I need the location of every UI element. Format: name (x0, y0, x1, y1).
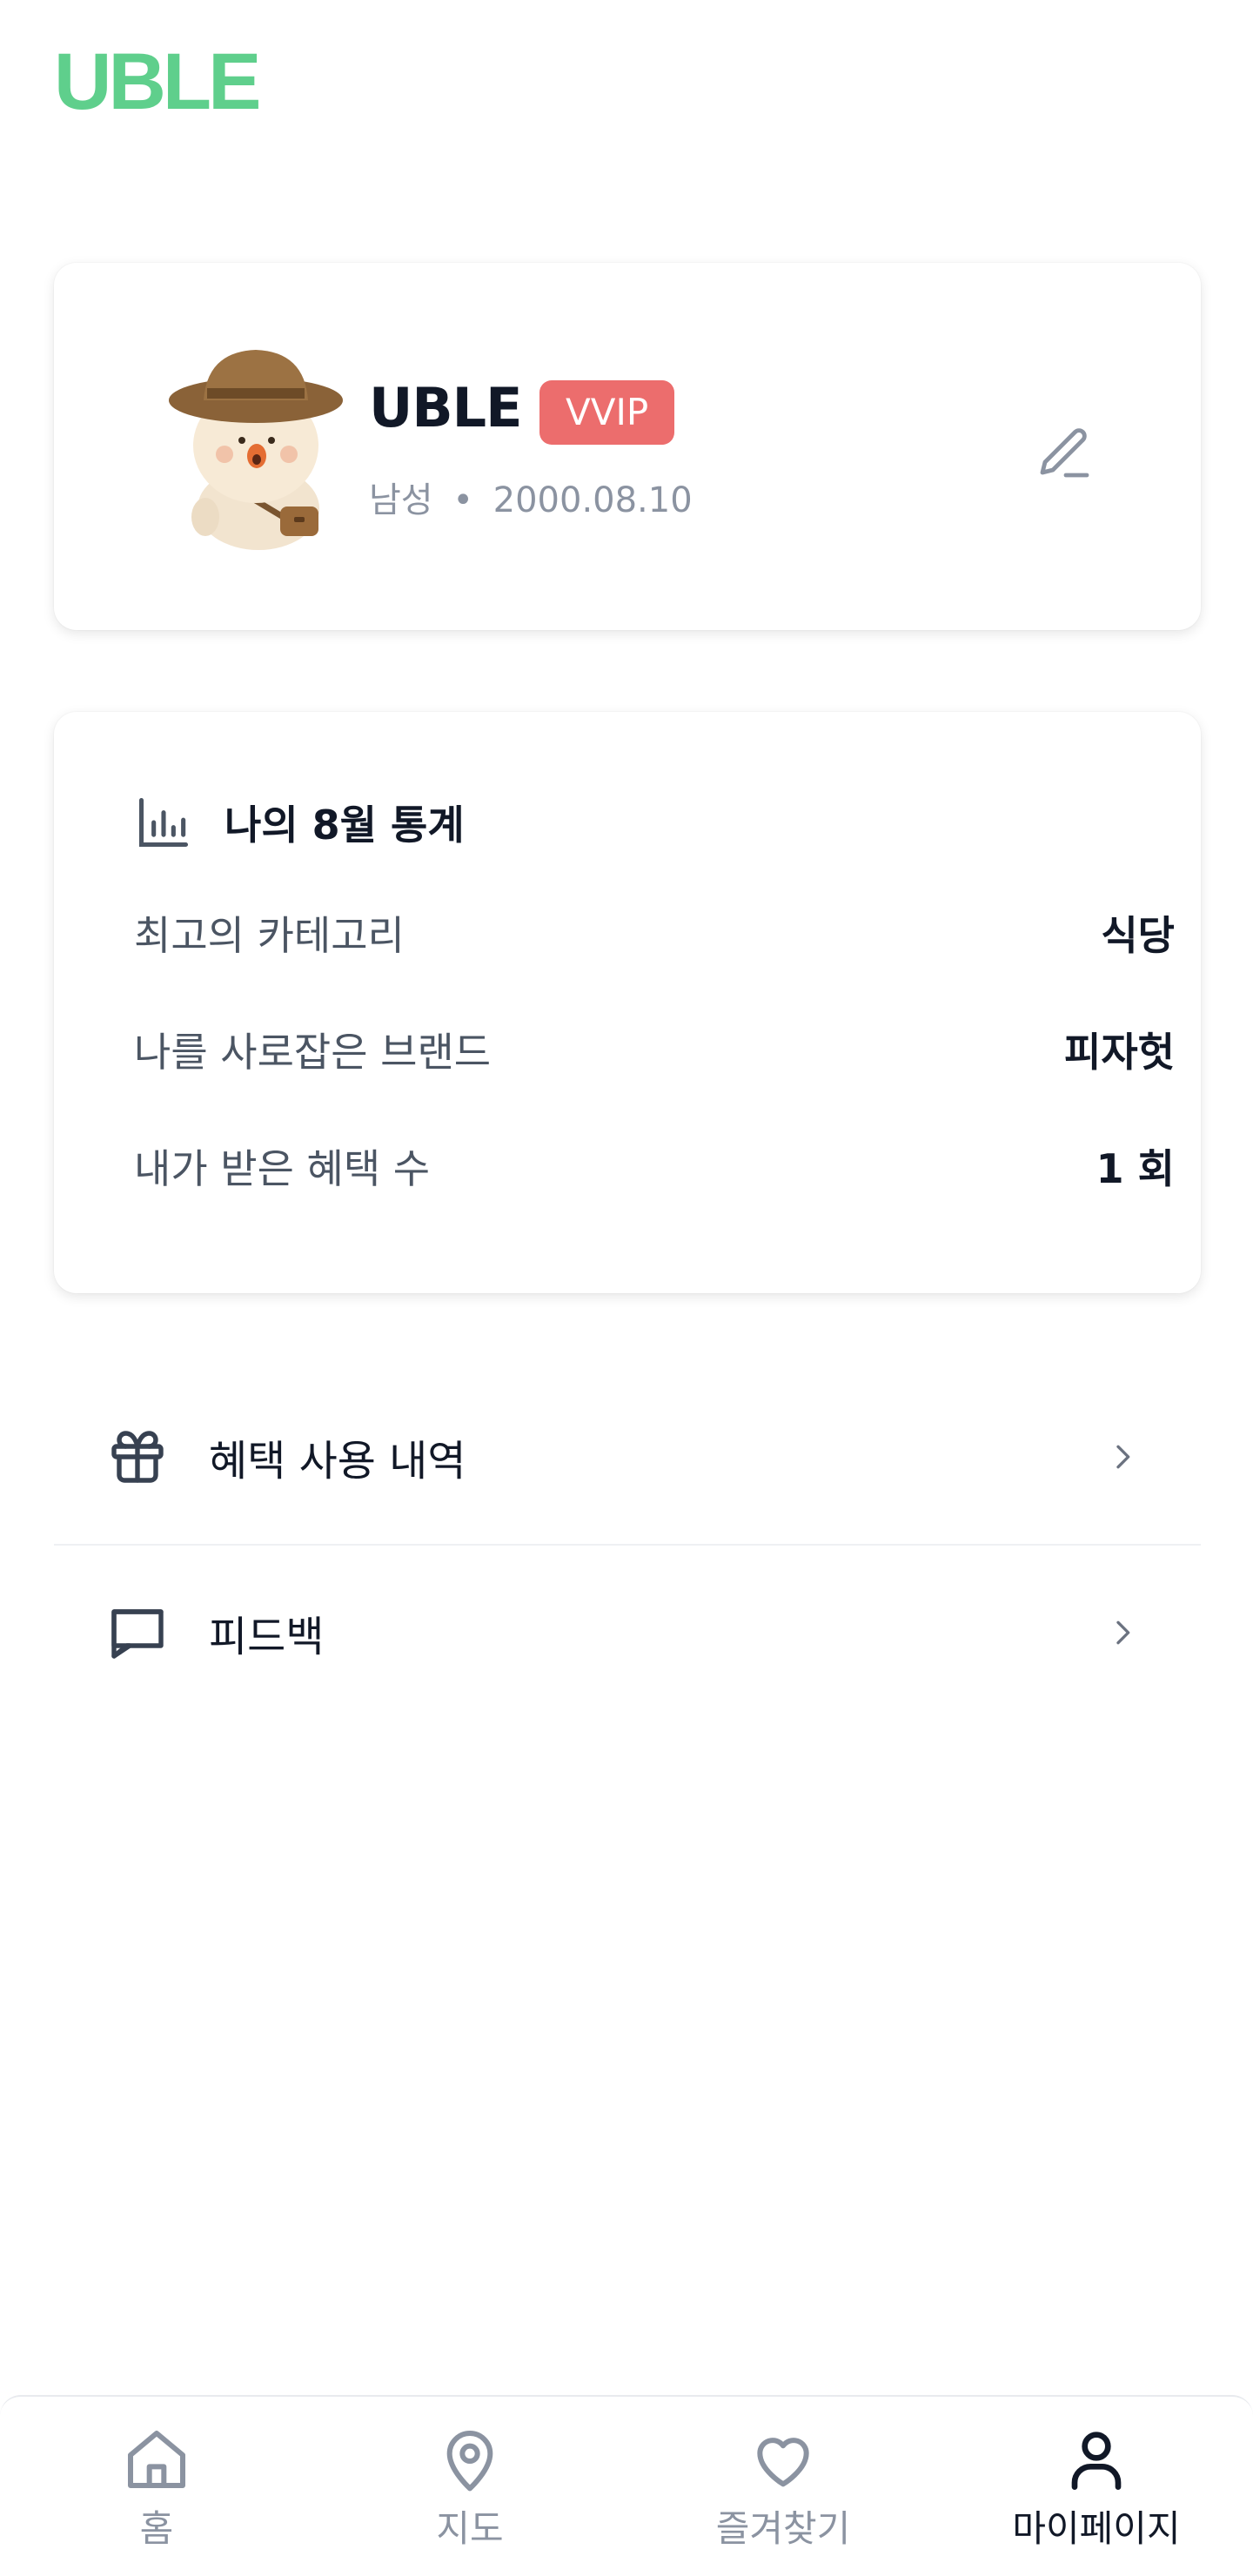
nav-item-mypage[interactable]: 마이페이지 (940, 2397, 1253, 2576)
stat-row: 나를 사로잡은 브랜드 피자헛 (134, 1015, 1175, 1084)
stat-value: 식당 (1101, 912, 1175, 959)
home-icon (128, 2431, 185, 2488)
menu-item-benefit-history[interactable]: 혜택 사용 내역 (54, 1370, 1201, 1544)
stats-header: 나의 8월 통계 (134, 792, 465, 853)
heart-icon (757, 2438, 809, 2487)
user-icon (1071, 2432, 1122, 2490)
profile-details: 남성 • 2000.08.10 (369, 472, 693, 522)
monthly-stats-card: 나의 8월 통계 최고의 카테고리 식당 나를 사로잡은 브랜드 피자헛 내가 … (54, 712, 1201, 1293)
menu-item-label: 혜택 사용 내역 (209, 1437, 466, 1486)
nav-label: 마이페이지 (1012, 2507, 1181, 2550)
stat-value: 피자헛 (1064, 1029, 1175, 1076)
nav-item-home[interactable]: 홈 (0, 2397, 313, 2576)
stats-title: 나의 8월 통계 (224, 802, 465, 849)
profile-name: UBLE (369, 376, 522, 439)
profile-card: UBLE VVIP 남성 • 2000.08.10 (54, 263, 1201, 630)
profile-birthdate: 2000.08.10 (492, 480, 693, 520)
gift-icon (111, 1431, 164, 1483)
stat-row: 내가 받은 혜택 수 1 회 (134, 1131, 1175, 1201)
bottom-navigation: 홈 지도 즐겨찾기 마이페이지 (0, 2395, 1253, 2576)
nav-item-favorites[interactable]: 즐겨찾기 (626, 2397, 940, 2576)
menu-item-label: 피드백 (209, 1613, 325, 1661)
nav-label: 지도 (436, 2507, 504, 2550)
stat-row: 최고의 카테고리 식당 (134, 898, 1175, 968)
menu-item-feedback[interactable]: 피드백 (54, 1546, 1201, 1720)
my-page: UBLE UBLE VVIP 남성 • 2000.08.10 나의 8월 통계 … (0, 0, 1253, 2576)
stat-value: 1 회 (1096, 1145, 1175, 1192)
nav-label: 즐겨찾기 (715, 2507, 851, 2550)
edit-profile-button[interactable] (1020, 411, 1107, 498)
explorer-character-avatar (169, 350, 343, 550)
map-pin-icon (446, 2431, 493, 2492)
stat-label: 내가 받은 혜택 수 (134, 1145, 431, 1192)
app-logo[interactable]: UBLE (54, 42, 261, 122)
profile-gender: 남성 (369, 480, 433, 520)
separator: • (452, 480, 473, 520)
nav-item-map[interactable]: 지도 (313, 2397, 626, 2576)
stat-label: 최고의 카테고리 (134, 912, 405, 959)
chevron-right-icon (1116, 1620, 1130, 1645)
nav-label: 홈 (139, 2507, 174, 2550)
stat-label: 나를 사로잡은 브랜드 (134, 1029, 492, 1076)
pencil-icon (1040, 428, 1089, 478)
chevron-right-icon (1116, 1445, 1130, 1469)
message-square-icon (111, 1609, 164, 1659)
bar-chart-icon (138, 797, 189, 848)
membership-badge: VVIP (539, 380, 675, 445)
